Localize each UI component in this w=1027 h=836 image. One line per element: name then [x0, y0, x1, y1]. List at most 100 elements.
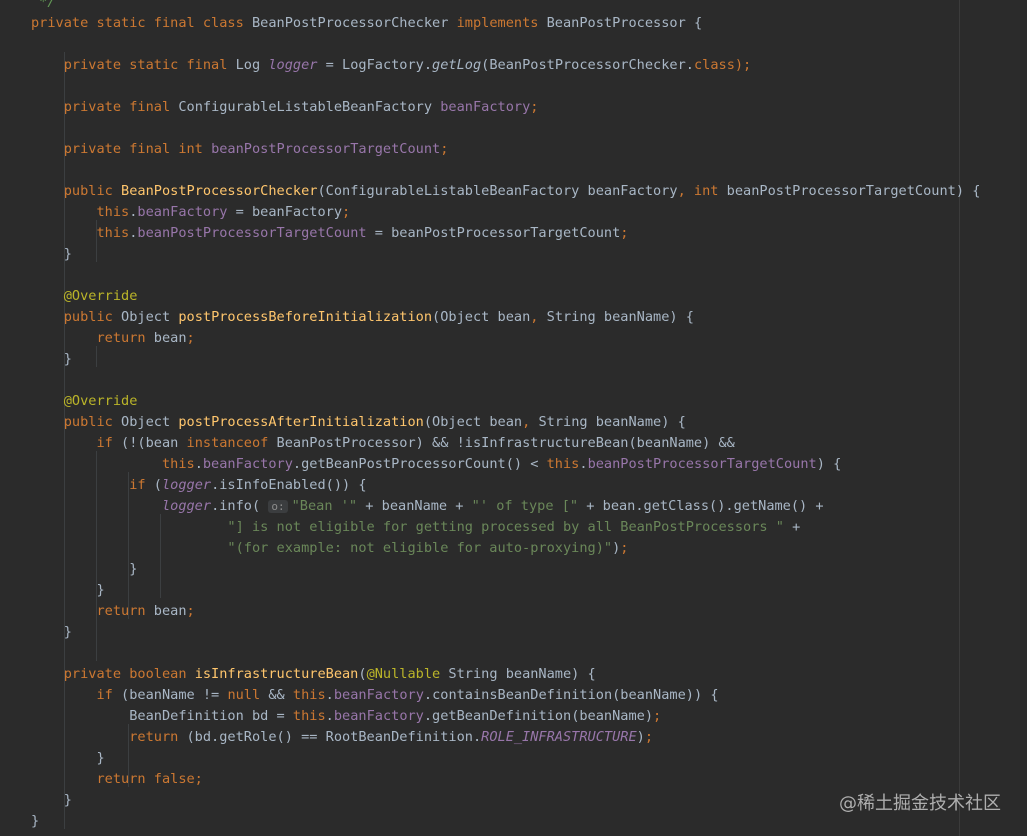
code-line[interactable]: return false;	[31, 769, 203, 790]
code-token: return	[31, 603, 154, 619]
code-token: .info(	[211, 498, 269, 514]
code-token: (Object bean	[432, 309, 531, 325]
code-token: public	[31, 183, 122, 199]
code-token: .containsBeanDefinition(beanName)) {	[423, 687, 719, 703]
code-line[interactable]: private static final Log logger = LogFac…	[31, 55, 752, 76]
code-token: }	[31, 582, 105, 598]
code-token: ,	[530, 309, 547, 325]
code-line[interactable]: this.beanFactory.getBeanPostProcessorCou…	[31, 454, 841, 475]
code-token: = beanPostProcessorTargetCount	[366, 225, 621, 241]
code-token: return	[31, 729, 187, 745]
code-token: if	[31, 687, 122, 703]
code-token: isInfrastructureBean	[194, 666, 359, 682]
code-line[interactable]: return bean;	[31, 601, 195, 622]
code-token: private final	[31, 99, 179, 115]
code-token: private static final	[31, 57, 236, 73]
code-token: @Nullable	[366, 666, 449, 682]
code-token: .	[194, 456, 203, 472]
code-token: }	[31, 624, 72, 640]
code-token: ;	[186, 603, 195, 619]
watermark: @稀土掘金技术社区	[839, 793, 1001, 814]
code-line[interactable]: private static final class BeanPostProce…	[31, 13, 702, 34]
code-token: BeanPostProcessorChecker	[121, 183, 318, 199]
code-token: this	[292, 687, 326, 703]
code-token: ;	[620, 540, 629, 556]
code-token: public	[31, 309, 122, 325]
code-line[interactable]: return (bd.getRole() == RootBeanDefiniti…	[31, 727, 653, 748]
code-token: (Object bean	[423, 414, 523, 430]
code-token: (bd.getRole() == RootBeanDefinition.	[186, 729, 482, 745]
code-token: ConfigurableListableBeanFactory	[178, 99, 441, 115]
code-token: , int	[677, 183, 727, 199]
code-line[interactable]: private final int beanPostProcessorTarge…	[31, 139, 449, 160]
code-editor[interactable]: */ private static final class BeanPostPro…	[0, 0, 1027, 836]
code-token: "' of type ["	[471, 498, 579, 514]
code-token: "] is not eligible for getting processed…	[31, 519, 784, 535]
code-token: .	[325, 708, 334, 724]
code-token: ) {	[816, 456, 842, 472]
code-token: this	[292, 708, 326, 724]
code-line[interactable]: if (logger.isInfoEnabled()) {	[31, 475, 366, 496]
code-line[interactable]: @Override	[31, 286, 138, 307]
code-token: this	[31, 225, 130, 241]
code-token: @Override	[31, 393, 138, 409]
code-token: BeanPostProcessor) && !isInfrastructureB…	[276, 435, 735, 451]
code-line[interactable]: }	[31, 790, 72, 811]
code-line[interactable]: public BeanPostProcessorChecker(Configur…	[31, 181, 981, 202]
code-token: String beanName) {	[538, 414, 686, 430]
code-line[interactable]: private boolean isInfrastructureBean(@Nu…	[31, 664, 596, 685]
code-token: .getBeanPostProcessorCount() <	[292, 456, 547, 472]
code-line[interactable]: "] is not eligible for getting processed…	[31, 517, 800, 538]
code-token: this	[546, 456, 580, 472]
code-token: ;	[440, 141, 449, 157]
code-token: ;	[620, 225, 629, 241]
code-line[interactable]: */	[31, 0, 56, 13]
code-line[interactable]: logger.info( o: "Bean '" + beanName + "' …	[31, 496, 824, 517]
code-token: "(for example: not eligible for auto-pro…	[31, 540, 613, 556]
right-margin-guide	[959, 0, 960, 836]
code-token: beanFactory	[333, 708, 424, 724]
code-token: this	[31, 456, 195, 472]
code-token: );	[734, 57, 752, 73]
code-token: beanPostProcessorTargetCount) {	[726, 183, 981, 199]
code-line[interactable]: public Object postProcessBeforeInitializ…	[31, 307, 694, 328]
code-line[interactable]: if (!(bean instanceof BeanPostProcessor)…	[31, 433, 735, 454]
code-line[interactable]: }	[31, 748, 104, 769]
code-line[interactable]: }	[31, 559, 137, 580]
code-token: .	[325, 687, 334, 703]
code-token: beanPostProcessorTargetCount	[587, 456, 817, 472]
code-line[interactable]: "(for example: not eligible for auto-pro…	[31, 538, 628, 559]
code-token: bean	[153, 603, 187, 619]
code-line[interactable]: @Override	[31, 391, 138, 412]
code-token: @Override	[31, 288, 138, 304]
code-token: + beanName +	[357, 498, 472, 514]
indent-guide	[96, 346, 97, 367]
code-line[interactable]: this.beanFactory = beanFactory;	[31, 202, 350, 223]
code-token: if	[31, 435, 122, 451]
code-token: implements	[456, 15, 547, 31]
code-line[interactable]: }	[31, 622, 72, 643]
code-line[interactable]: return bean;	[31, 328, 194, 349]
code-line[interactable]: public Object postProcessAfterInitializa…	[31, 412, 686, 433]
code-token: */	[31, 0, 56, 10]
code-token: ROLE_INFRASTRUCTURE	[481, 729, 637, 745]
code-token: logger	[161, 477, 212, 493]
code-token: public	[31, 414, 122, 430]
code-line[interactable]: if (beanName != null && this.beanFactory…	[31, 685, 719, 706]
code-line[interactable]: private final ConfigurableListableBeanFa…	[31, 97, 539, 118]
code-token: ;	[530, 99, 539, 115]
code-line[interactable]: this.beanPostProcessorTargetCount = bean…	[31, 223, 628, 244]
code-line[interactable]: }	[31, 244, 72, 265]
code-token: return false;	[31, 771, 203, 787]
code-line[interactable]: }	[31, 580, 105, 601]
code-token: +	[783, 519, 801, 535]
code-token: this	[31, 204, 130, 220]
code-token: = LogFactory.	[317, 57, 433, 73]
code-token: private boolean	[31, 666, 195, 682]
code-line[interactable]: BeanDefinition bd = this.beanFactory.get…	[31, 706, 661, 727]
code-line[interactable]: }	[31, 349, 72, 370]
code-line[interactable]: }	[31, 811, 39, 832]
code-token: postProcessAfterInitialization	[178, 414, 424, 430]
code-token: (ConfigurableListableBeanFactory beanFac…	[317, 183, 678, 199]
code-token: class	[693, 57, 735, 73]
